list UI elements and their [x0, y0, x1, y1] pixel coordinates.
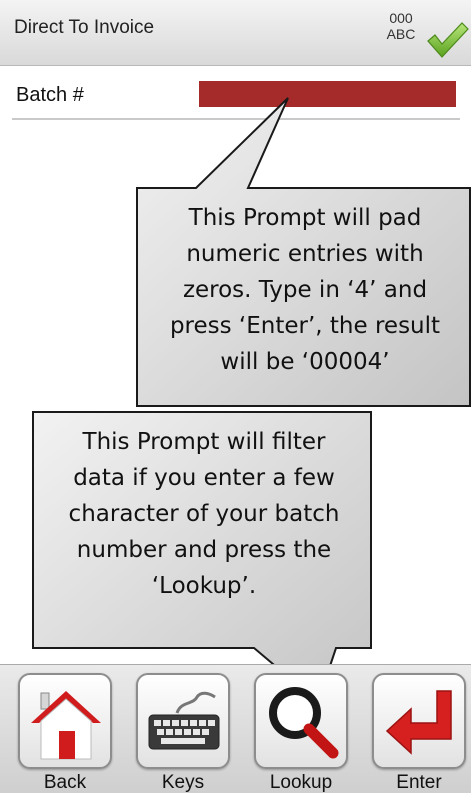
batch-input[interactable]: [199, 81, 456, 107]
callout-filter-lookup: This Prompt will filter data if you ente…: [40, 424, 368, 604]
callout-line: will be ‘00004’: [220, 349, 390, 375]
enter-label: Enter: [396, 772, 442, 793]
callout-line: press ‘Enter’, the result: [169, 313, 441, 339]
bottom-toolbar: Back Keys Lookup Enter: [0, 664, 471, 793]
enter-arrow-icon: [385, 690, 452, 755]
back-button[interactable]: [18, 673, 112, 769]
back-label: Back: [43, 772, 87, 793]
callout-line: This Prompt will filter: [82, 429, 326, 455]
callout-line: ‘Lookup’.: [151, 573, 257, 599]
lookup-label: Lookup: [269, 772, 333, 793]
mode-numeric-label: 000: [389, 10, 413, 26]
mode-alpha-label: ABC: [386, 26, 416, 42]
input-mode-toggle[interactable]: 000 ABC: [378, 10, 424, 42]
keys-label: Keys: [161, 772, 205, 793]
magnifier-icon: [269, 687, 339, 759]
keys-button[interactable]: [136, 673, 230, 769]
lookup-button[interactable]: [254, 673, 348, 769]
batch-label: Batch #: [16, 84, 84, 106]
callout-line: data if you enter a few: [73, 465, 335, 491]
home-icon: [31, 691, 101, 760]
callout-line: This Prompt will pad: [188, 205, 422, 231]
page-title: Direct To Invoice: [14, 17, 155, 38]
callout-line: zeros. Type in ‘4’ and: [182, 277, 428, 303]
header-bar: Direct To Invoice 000 ABC: [0, 0, 471, 66]
checkmark-icon[interactable]: [425, 20, 469, 60]
enter-button[interactable]: [372, 673, 466, 769]
batch-row: Batch #: [12, 70, 460, 120]
callout-pad-numeric: This Prompt will pad numeric entries wit…: [140, 200, 470, 380]
callout-line: number and press the: [76, 537, 332, 563]
keyboard-icon: [148, 691, 220, 750]
callout-line: character of your batch: [68, 501, 340, 527]
callout-line: numeric entries with: [186, 241, 424, 267]
